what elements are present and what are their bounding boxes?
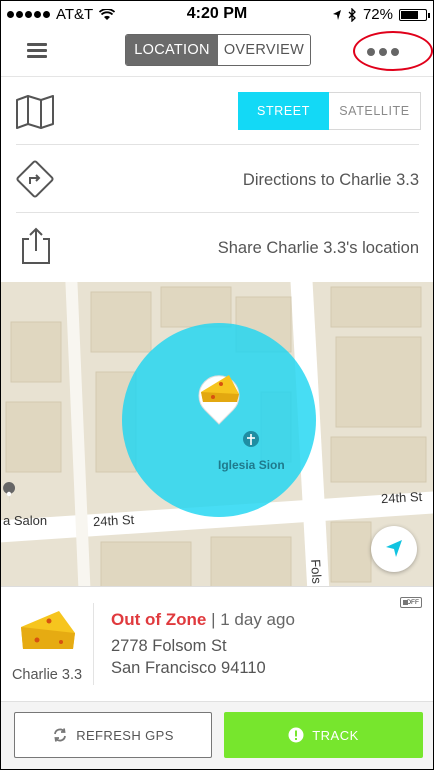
- hamburger-icon[interactable]: [27, 43, 47, 59]
- zone-status: Out of Zone: [111, 610, 207, 629]
- map-type-toggle: STREET SATELLITE: [238, 92, 421, 130]
- map-view[interactable]: Iglesia Sion a Salon 24th St 24th St Fol…: [1, 282, 433, 586]
- map-type-row: STREET SATELLITE: [1, 77, 433, 145]
- navigation-arrow-icon: [386, 540, 402, 557]
- street-label: 24th St: [92, 511, 135, 530]
- street-label: Fols: [308, 558, 325, 585]
- address-line-1: 2778 Folsom St: [111, 637, 227, 655]
- battery-icon: [399, 8, 430, 21]
- battery-percent: 72%: [362, 6, 393, 23]
- tab-overview[interactable]: OVERVIEW: [218, 35, 310, 65]
- street-label: 24th St: [380, 488, 423, 507]
- tab-location[interactable]: LOCATION: [126, 35, 218, 65]
- device-info: Charlie 3.3 Out of Zone | 1 day ago 2778…: [1, 586, 433, 702]
- map-icon: [16, 95, 54, 129]
- recenter-button[interactable]: [371, 526, 417, 572]
- divider: [93, 603, 94, 685]
- track-button[interactable]: TRACK: [224, 712, 423, 758]
- battery-fill: [401, 10, 419, 19]
- cheese-icon: [21, 611, 75, 649]
- last-seen: 1 day ago: [220, 610, 295, 629]
- refresh-gps-label: REFRESH GPS: [76, 727, 174, 743]
- location-arrow-icon: [332, 9, 341, 20]
- directions-icon: [16, 160, 54, 198]
- map-type-street[interactable]: STREET: [238, 92, 329, 130]
- gps-off-badge: OFF: [400, 597, 422, 608]
- refresh-icon: [54, 728, 67, 742]
- status-bar: AT&T 4:20 PM 72%: [1, 1, 433, 29]
- status-line: Out of Zone | 1 day ago: [111, 610, 295, 630]
- status-right: 72%: [332, 6, 430, 23]
- track-label: TRACK: [312, 727, 359, 743]
- share-row[interactable]: Share Charlie 3.3's location: [1, 213, 433, 281]
- device-name: Charlie 3.3: [11, 667, 83, 683]
- share-icon: [22, 227, 50, 264]
- map-canvas: [1, 282, 433, 586]
- alert-icon: [288, 727, 304, 743]
- map-type-satellite[interactable]: SATELLITE: [329, 92, 421, 130]
- bluetooth-icon: [348, 7, 356, 22]
- share-label: Share Charlie 3.3's location: [217, 239, 419, 257]
- address-line-2: San Francisco 94110: [111, 659, 266, 677]
- poi-label: Iglesia Sion: [218, 458, 285, 472]
- nav-bar: LOCATION OVERVIEW: [1, 29, 433, 75]
- view-segmented-control: LOCATION OVERVIEW: [125, 34, 311, 66]
- action-bar: REFRESH GPS TRACK: [1, 701, 433, 769]
- refresh-gps-button[interactable]: REFRESH GPS: [14, 712, 212, 758]
- poi-label-partial: a Salon: [3, 513, 48, 528]
- directions-label: Directions to Charlie 3.3: [242, 171, 419, 189]
- app-frame: AT&T 4:20 PM 72% LOCATION OVERVIEW STREE…: [0, 0, 434, 770]
- directions-row[interactable]: Directions to Charlie 3.3: [1, 145, 433, 213]
- separator: |: [211, 610, 221, 629]
- options-panel: STREET SATELLITE Directions to Charlie 3…: [1, 76, 433, 283]
- more-dots-icon[interactable]: [367, 48, 399, 56]
